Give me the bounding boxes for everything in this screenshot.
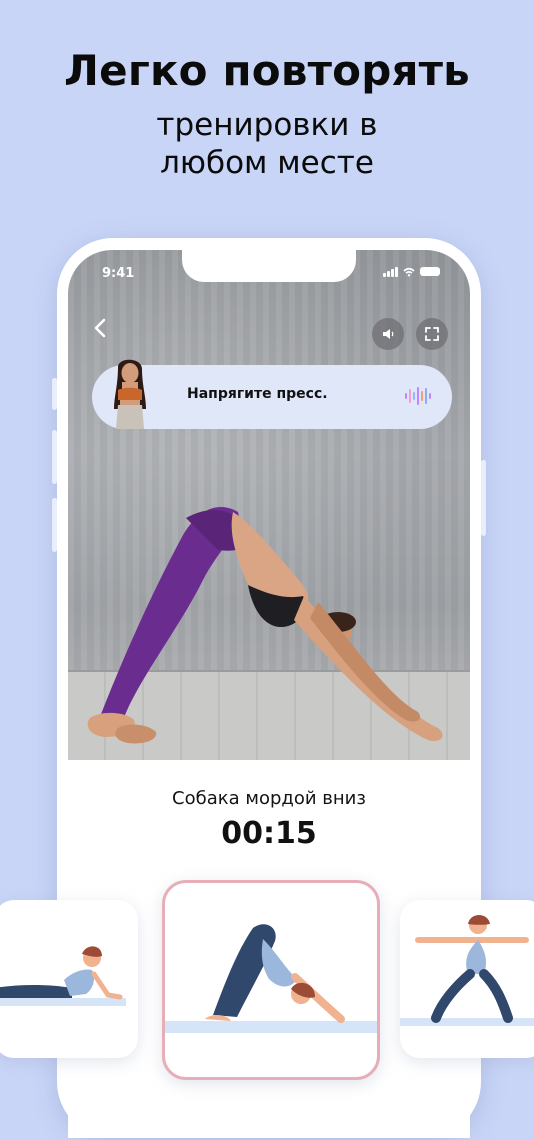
pose-card-cobra[interactable] bbox=[0, 900, 138, 1058]
phone-side-button bbox=[52, 498, 57, 552]
fullscreen-icon bbox=[425, 327, 439, 341]
woman-downward-dog-illustration bbox=[87, 506, 443, 744]
phone-notch bbox=[182, 250, 356, 282]
cobra-pose-icon bbox=[0, 946, 126, 1006]
workout-video[interactable] bbox=[68, 250, 470, 760]
exercise-timer: 00:15 bbox=[221, 816, 317, 851]
signal-icon bbox=[383, 266, 398, 277]
coach-message-bubble: Напрягите пресс. bbox=[92, 359, 452, 429]
pose-card-downward-dog[interactable] bbox=[162, 880, 380, 1080]
voice-wave-icon bbox=[405, 387, 431, 405]
headline: Легко повторять тренировки в любом месте bbox=[0, 44, 534, 182]
exercise-name: Собака мордой вниз bbox=[172, 788, 366, 809]
headline-title: Легко повторять bbox=[64, 46, 470, 95]
headline-subtitle: тренировки в любом месте bbox=[0, 106, 534, 182]
status-icons bbox=[383, 266, 440, 277]
sound-button[interactable] bbox=[372, 318, 404, 350]
pose-card-warrior[interactable] bbox=[400, 900, 534, 1058]
coach-avatar bbox=[114, 359, 146, 429]
coach-message: Напрягите пресс. bbox=[187, 386, 328, 402]
fullscreen-button[interactable] bbox=[416, 318, 448, 350]
phone-side-button bbox=[52, 378, 57, 410]
warrior-pose-icon bbox=[400, 915, 534, 1026]
phone-side-button bbox=[52, 430, 57, 484]
downward-dog-pose-icon bbox=[165, 924, 377, 1033]
headline-subtitle-line1: тренировки в bbox=[156, 107, 378, 143]
status-time: 9:41 bbox=[102, 266, 135, 281]
phone-side-button bbox=[481, 460, 486, 536]
headline-subtitle-line2: любом месте bbox=[160, 145, 374, 181]
battery-icon bbox=[420, 267, 440, 276]
chevron-left-icon bbox=[94, 318, 106, 338]
speaker-icon bbox=[383, 329, 394, 339]
wifi-icon bbox=[403, 267, 415, 276]
back-button[interactable] bbox=[88, 314, 112, 342]
